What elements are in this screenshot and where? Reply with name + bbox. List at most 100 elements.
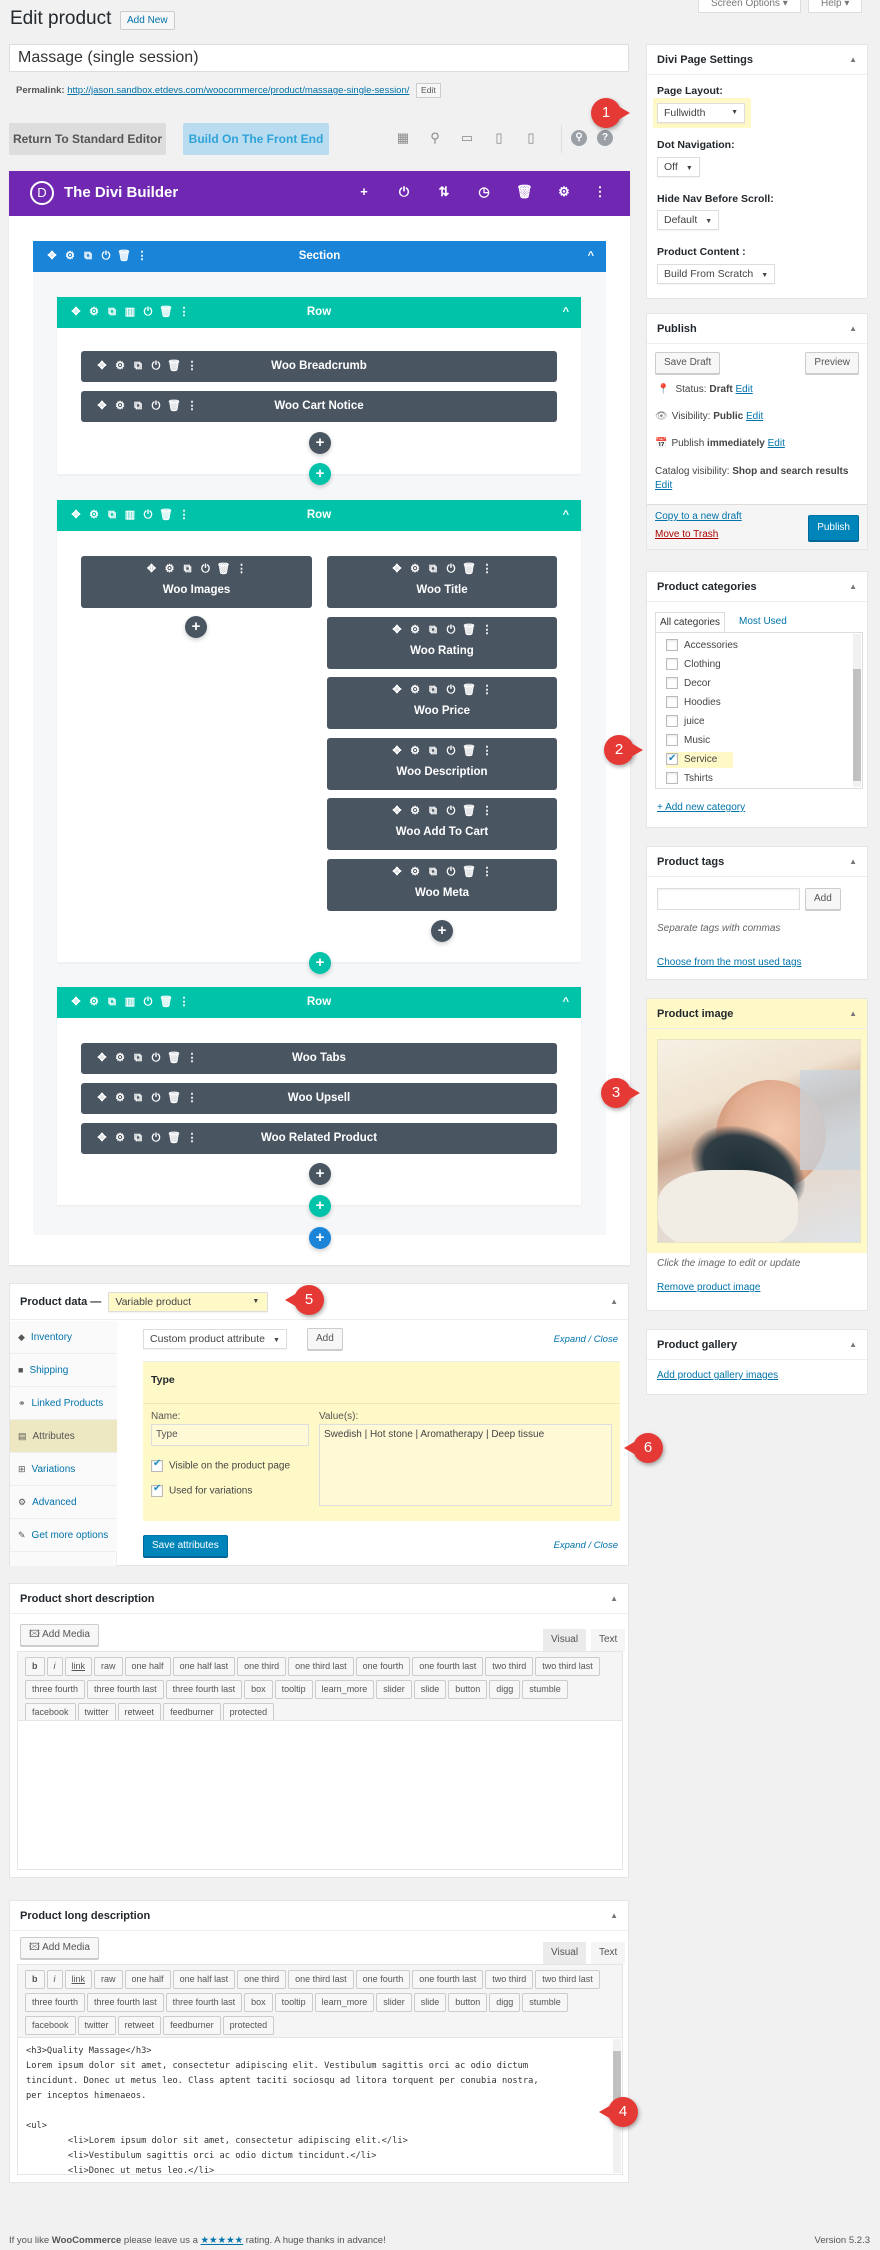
power-icon[interactable]: ⏻: [97, 241, 115, 272]
tab-attributes[interactable]: ▤ Attributes: [10, 1420, 117, 1453]
more-icon[interactable]: ⋮: [478, 558, 496, 580]
add-tag-button[interactable]: Add: [805, 888, 841, 910]
tab-all-categories[interactable]: All categories: [655, 612, 726, 632]
duplicate-icon[interactable]: ⧉: [424, 558, 442, 580]
edit-catalog-link[interactable]: Edit: [655, 480, 672, 491]
gear-icon[interactable]: ⚙: [406, 740, 424, 762]
toggle-panel-icon[interactable]: ▲: [849, 847, 857, 877]
return-to-standard-editor-button[interactable]: Return To Standard Editor: [9, 123, 166, 155]
divi-module[interactable]: ✥ ⚙ ⧉ ⏻ 🗑 ⋮ Woo Meta: [327, 858, 557, 911]
edit-schedule-link[interactable]: Edit: [768, 438, 785, 449]
toggle-panel-icon[interactable]: ▲: [849, 314, 857, 344]
quicktag-box[interactable]: box: [244, 1680, 273, 1699]
trash-icon[interactable]: 🗑: [215, 558, 233, 580]
page-layout-select[interactable]: Fullwidth ▼: [657, 103, 745, 123]
duplicate-icon[interactable]: ⧉: [424, 619, 442, 641]
quicktag-tooltip[interactable]: tooltip: [274, 1993, 313, 2012]
divi-module[interactable]: ✥ ⚙ ⧉ ⏻ 🗑 ⋮ Woo Title: [327, 556, 557, 608]
more-icon[interactable]: ⋮: [478, 679, 496, 701]
tab-linked-products[interactable]: ⚭ Linked Products: [10, 1387, 117, 1420]
quicktag-two-third-last[interactable]: two third last: [535, 1657, 600, 1676]
collapse-icon[interactable]: ^: [563, 500, 569, 531]
tab-shipping[interactable]: ■ Shipping: [10, 1354, 117, 1387]
power-icon[interactable]: ⏻: [442, 619, 460, 641]
category-item[interactable]: Service: [666, 751, 734, 768]
duplicate-icon[interactable]: ⧉: [424, 740, 442, 762]
move-icon[interactable]: ✥: [388, 679, 406, 701]
add-module-button[interactable]: +: [185, 616, 207, 638]
tab-variations[interactable]: ⊞ Variations: [10, 1453, 117, 1486]
quicktag-one-half-last[interactable]: one half last: [172, 1657, 236, 1676]
expand-close-link[interactable]: Expand / Close: [554, 1334, 618, 1345]
save-draft-button[interactable]: Save Draft: [655, 352, 721, 374]
move-icon[interactable]: ✥: [388, 740, 406, 762]
toggle-panel-icon[interactable]: ▲: [610, 1901, 618, 1931]
layout-icon[interactable]: ▦: [395, 130, 411, 146]
quicktag-one-third[interactable]: one third: [237, 1970, 287, 1989]
section-bar[interactable]: ✥ ⚙ ⧉ ⏻ 🗑 ⋮ Section ^: [33, 241, 606, 272]
tab-text[interactable]: Text: [591, 1629, 626, 1651]
divi-module[interactable]: ✥ ⚙ ⧉ ⏻ 🗑 ⋮ Woo Tabs: [81, 1043, 557, 1074]
product-type-select[interactable]: Variable product ▼: [108, 1292, 269, 1312]
collapse-icon[interactable]: ^: [588, 241, 594, 272]
history-icon[interactable]: ◷: [476, 184, 492, 200]
category-checkbox[interactable]: [666, 677, 678, 690]
add-icon[interactable]: +: [356, 184, 372, 199]
scrollbar[interactable]: [853, 634, 861, 787]
gear-icon[interactable]: ⚙: [406, 800, 424, 822]
trash-icon[interactable]: 🗑: [157, 500, 175, 531]
add-media-button[interactable]: 🖾 Add Media: [20, 1937, 99, 1959]
quicktag-raw[interactable]: raw: [94, 1970, 123, 1989]
quicktag-slider[interactable]: slider: [376, 1993, 412, 2012]
add-row-button[interactable]: +: [309, 952, 331, 974]
sort-icon[interactable]: ⇅: [436, 184, 452, 200]
duplicate-icon[interactable]: ⧉: [79, 241, 97, 272]
copy-to-draft-link[interactable]: Copy to a new draft: [655, 511, 742, 522]
long-description-textarea[interactable]: <h3>Quality Massage</h3> Lorem ipsum dol…: [17, 2037, 623, 2175]
quicktag-learn-more[interactable]: learn_more: [314, 1680, 375, 1699]
power-icon[interactable]: ⏻: [442, 740, 460, 762]
quicktag-three-fourth[interactable]: three fourth: [25, 1993, 86, 2012]
quicktag-slider[interactable]: slider: [376, 1680, 412, 1699]
gear-icon[interactable]: ⚙: [85, 987, 103, 1018]
category-item[interactable]: Music: [666, 733, 710, 749]
category-checkbox[interactable]: [666, 751, 678, 767]
add-gallery-images-link[interactable]: Add product gallery images: [657, 1370, 778, 1381]
duplicate-icon[interactable]: ⧉: [103, 297, 121, 328]
more-icon[interactable]: ⋮: [478, 740, 496, 762]
category-item[interactable]: juice: [666, 714, 705, 730]
search-icon[interactable]: ⚲: [571, 130, 587, 146]
attribute-values-textarea[interactable]: Swedish | Hot stone | Aromatherapy | Dee…: [319, 1424, 612, 1506]
move-icon[interactable]: ✥: [388, 558, 406, 580]
toggle-panel-icon[interactable]: ▲: [849, 45, 857, 75]
quicktag-one-third[interactable]: one third: [237, 1657, 287, 1676]
duplicate-icon[interactable]: ⧉: [424, 679, 442, 701]
quicktag-three-fourth-last[interactable]: three fourth last: [165, 1993, 243, 2012]
product-image[interactable]: [657, 1039, 861, 1243]
toggle-panel-icon[interactable]: ▲: [849, 999, 857, 1029]
divi-module[interactable]: ✥ ⚙ ⧉ ⏻ 🗑 ⋮ Woo Breadcrumb: [81, 351, 557, 382]
visible-on-product-page-checkbox[interactable]: Visible on the product page: [151, 1458, 290, 1472]
toggle-panel-icon[interactable]: ▲: [849, 572, 857, 602]
power-icon[interactable]: ⏻: [442, 679, 460, 701]
more-icon[interactable]: ⋮: [478, 861, 496, 883]
quicktag-one-fourth-last[interactable]: one fourth last: [412, 1657, 484, 1676]
trash-icon[interactable]: 🗑: [460, 619, 478, 641]
edit-visibility-link[interactable]: Edit: [746, 411, 763, 422]
gear-icon[interactable]: ⚙: [406, 861, 424, 883]
power-icon[interactable]: ⏻: [396, 184, 412, 200]
toggle-panel-icon[interactable]: ▲: [849, 1330, 857, 1360]
category-checkbox[interactable]: [666, 696, 678, 709]
divi-module[interactable]: ✥ ⚙ ⧉ ⏻ 🗑 ⋮ Woo Description: [327, 737, 557, 790]
quicktag-slide[interactable]: slide: [413, 1680, 447, 1699]
add-media-button[interactable]: 🖾 Add Media: [20, 1624, 99, 1646]
zoom-icon[interactable]: ⚲: [427, 130, 443, 146]
choose-most-used-tags-link[interactable]: Choose from the most used tags: [657, 957, 802, 968]
hide-nav-select[interactable]: Default ▼: [657, 210, 720, 230]
power-icon[interactable]: ⏻: [442, 558, 460, 580]
duplicate-icon[interactable]: ⧉: [179, 558, 197, 580]
divi-module[interactable]: ✥ ⚙ ⧉ ⏻ 🗑 ⋮ Woo Add To Cart: [327, 798, 557, 850]
move-icon[interactable]: ✥: [388, 861, 406, 883]
power-icon[interactable]: ⏻: [197, 558, 215, 580]
move-icon[interactable]: ✥: [388, 800, 406, 822]
